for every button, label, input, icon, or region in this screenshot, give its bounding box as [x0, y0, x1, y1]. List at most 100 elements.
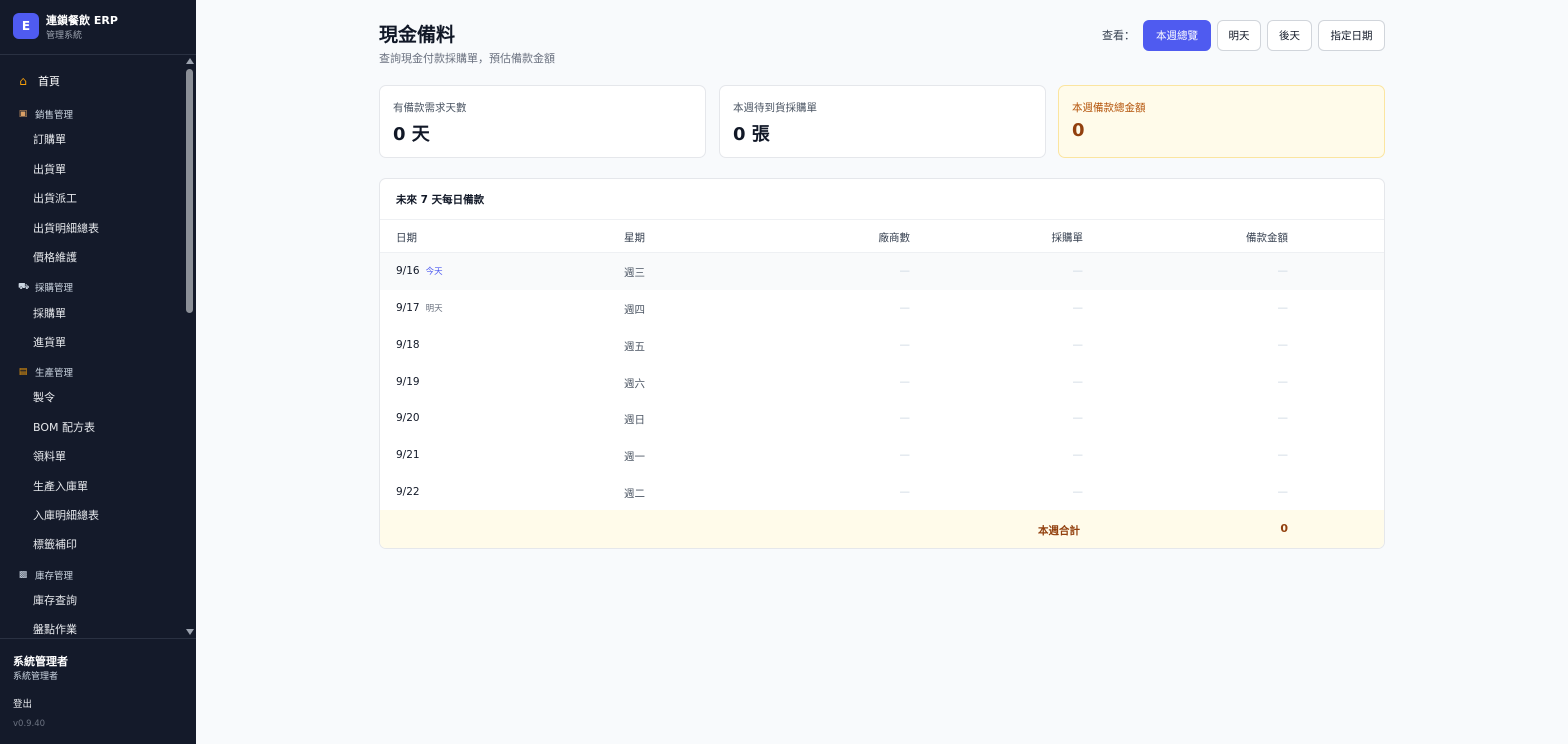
today-tag: 今天 [425, 267, 443, 277]
sidebar-item-dispatch[interactable]: 出貨派工 [33, 190, 77, 206]
sidebar-item-receipt[interactable]: 進貨單 [33, 334, 66, 350]
sidebar-item-shipment[interactable]: 出貨單 [33, 161, 66, 177]
row-orders: — [1072, 302, 1084, 314]
table-row: 9/22 週二 — — — [380, 474, 1384, 511]
sidebar-item-work-order[interactable]: 製令 [33, 389, 55, 405]
row-amount: — [1277, 449, 1289, 461]
row-vendors: — [899, 302, 911, 314]
card-value: 0 張 [733, 124, 770, 145]
user-name: 系統管理者 [13, 655, 68, 668]
week-total-label: 本週合計 [1038, 525, 1080, 537]
sidebar-group-label: 庫存管理 [35, 571, 74, 582]
row-vendors: — [899, 339, 911, 351]
row-weekday: 週四 [624, 304, 645, 316]
row-vendors: — [899, 265, 911, 277]
row-vendors: — [899, 449, 911, 461]
sidebar-item-receipt-detail[interactable]: 入庫明細總表 [33, 507, 99, 523]
table-row: 9/21 週一 — — — [380, 437, 1384, 474]
card-days-needed: 有備款需求天數 0 天 [379, 85, 706, 158]
column-weekday: 星期 [624, 232, 645, 244]
row-date: 9/21 [396, 449, 420, 461]
sidebar-item-shipment-detail[interactable]: 出貨明細總表 [33, 220, 99, 236]
tomorrow-tag: 明天 [425, 304, 443, 314]
column-date: 日期 [396, 232, 417, 244]
sidebar-nav: ⌂ 首頁 ▣ 銷售管理 訂購單 出貨單 出貨派工 出貨明細總表 價格維護 ⛟ 採… [0, 56, 196, 638]
row-orders: — [1072, 412, 1084, 424]
sidebar-scrollbar[interactable] [184, 56, 196, 638]
row-vendors: — [899, 412, 911, 424]
row-orders: — [1072, 449, 1084, 461]
view-week-button[interactable]: 本週總覽 [1143, 20, 1211, 51]
sidebar-item-bom[interactable]: BOM 配方表 [33, 419, 95, 435]
sidebar-item-home[interactable]: ⌂ 首頁 [18, 73, 60, 89]
sidebar-item-stock-query[interactable]: 庫存查詢 [33, 592, 77, 608]
row-date-text: 9/16 [396, 265, 420, 277]
table-row: 9/17 明天 週四 — — — [380, 290, 1384, 327]
row-weekday: 週一 [624, 451, 645, 463]
brand: E 連鎖餐飲 ERP 管理系統 [0, 0, 196, 55]
sidebar-group-label: 採購管理 [35, 283, 74, 294]
row-vendors: — [899, 486, 911, 498]
week-total-value: 0 [1280, 522, 1288, 535]
row-weekday: 週五 [624, 341, 645, 353]
brand-logo: E [13, 13, 39, 39]
user-panel: 系統管理者 系統管理者 登出 v0.9.40 [0, 638, 196, 744]
row-weekday: 週六 [624, 378, 645, 390]
row-date: 9/16 今天 [396, 265, 443, 277]
daily-cash-table: 未來 7 天每日備款 日期 星期 廠商數 採購單 備款金額 9/16 今天 週三 … [379, 178, 1385, 549]
row-amount: — [1277, 376, 1289, 388]
column-vendors: 廠商數 [878, 232, 911, 244]
view-day-after-button[interactable]: 後天 [1267, 20, 1312, 51]
sidebar-item-purchase-order[interactable]: 採購單 [33, 305, 66, 321]
user-role: 系統管理者 [13, 672, 59, 682]
row-amount: — [1277, 339, 1289, 351]
column-amount: 備款金額 [1246, 232, 1288, 244]
sidebar-item-order[interactable]: 訂購單 [33, 131, 66, 147]
warehouse-icon: ▩ [18, 570, 28, 580]
logout-link[interactable]: 登出 [13, 696, 32, 710]
sidebar-item-price[interactable]: 價格維護 [33, 249, 77, 265]
sidebar-item-label: 首頁 [38, 75, 60, 88]
factory-icon: ▤ [18, 367, 28, 377]
scroll-up-icon[interactable] [186, 58, 194, 64]
sidebar-group-purchase[interactable]: ⛟ 採購管理 [18, 280, 73, 294]
card-label: 有備款需求天數 [393, 102, 467, 114]
table-title: 未來 7 天每日備款 [396, 194, 485, 206]
sidebar-group-inventory[interactable]: ▩ 庫存管理 [18, 568, 73, 582]
row-date-text: 9/17 [396, 302, 420, 314]
sidebar-group-label: 銷售管理 [35, 110, 74, 121]
card-pending-orders: 本週待到貨採購單 0 張 [719, 85, 1046, 158]
card-total-amount: 本週備款總金額 0 [1058, 85, 1385, 158]
row-amount: — [1277, 412, 1289, 424]
sidebar-group-label: 生產管理 [35, 368, 74, 379]
sidebar-item-stocktake[interactable]: 盤點作業 [33, 621, 77, 637]
card-label: 本週待到貨採購單 [733, 102, 817, 114]
house-icon: ⌂ [19, 74, 27, 88]
brand-subtitle: 管理系統 [46, 31, 83, 41]
row-date: 9/18 [396, 339, 420, 351]
card-value: 0 [1072, 120, 1085, 141]
sidebar: E 連鎖餐飲 ERP 管理系統 ⌂ 首頁 ▣ 銷售管理 訂購單 出貨單 出貨派工… [0, 0, 196, 744]
sidebar-item-label-reprint[interactable]: 標籤補印 [33, 536, 77, 552]
view-tomorrow-button[interactable]: 明天 [1217, 20, 1261, 51]
table-row: 9/18 週五 — — — [380, 327, 1384, 364]
row-orders: — [1072, 486, 1084, 498]
truck-icon: ⛟ [18, 282, 30, 292]
table-footer: 本週合計 0 [380, 510, 1384, 548]
page-subtitle: 查詢現金付款採購單，預估備款金額 [379, 52, 555, 65]
row-vendors: — [899, 376, 911, 388]
sidebar-item-production-receipt[interactable]: 生產入庫單 [33, 478, 88, 494]
scroll-down-icon[interactable] [186, 629, 194, 635]
row-amount: — [1277, 486, 1289, 498]
package-icon: ▣ [18, 109, 28, 119]
row-orders: — [1072, 376, 1084, 388]
scrollbar-thumb[interactable] [186, 69, 193, 313]
row-weekday: 週二 [624, 488, 645, 500]
sidebar-group-sales[interactable]: ▣ 銷售管理 [18, 107, 73, 121]
row-orders: — [1072, 265, 1084, 277]
row-orders: — [1072, 339, 1084, 351]
sidebar-item-material-issue[interactable]: 領料單 [33, 448, 66, 464]
row-date: 9/17 明天 [396, 302, 443, 314]
sidebar-group-production[interactable]: ▤ 生產管理 [18, 365, 73, 379]
view-custom-date-button[interactable]: 指定日期 [1318, 20, 1385, 51]
